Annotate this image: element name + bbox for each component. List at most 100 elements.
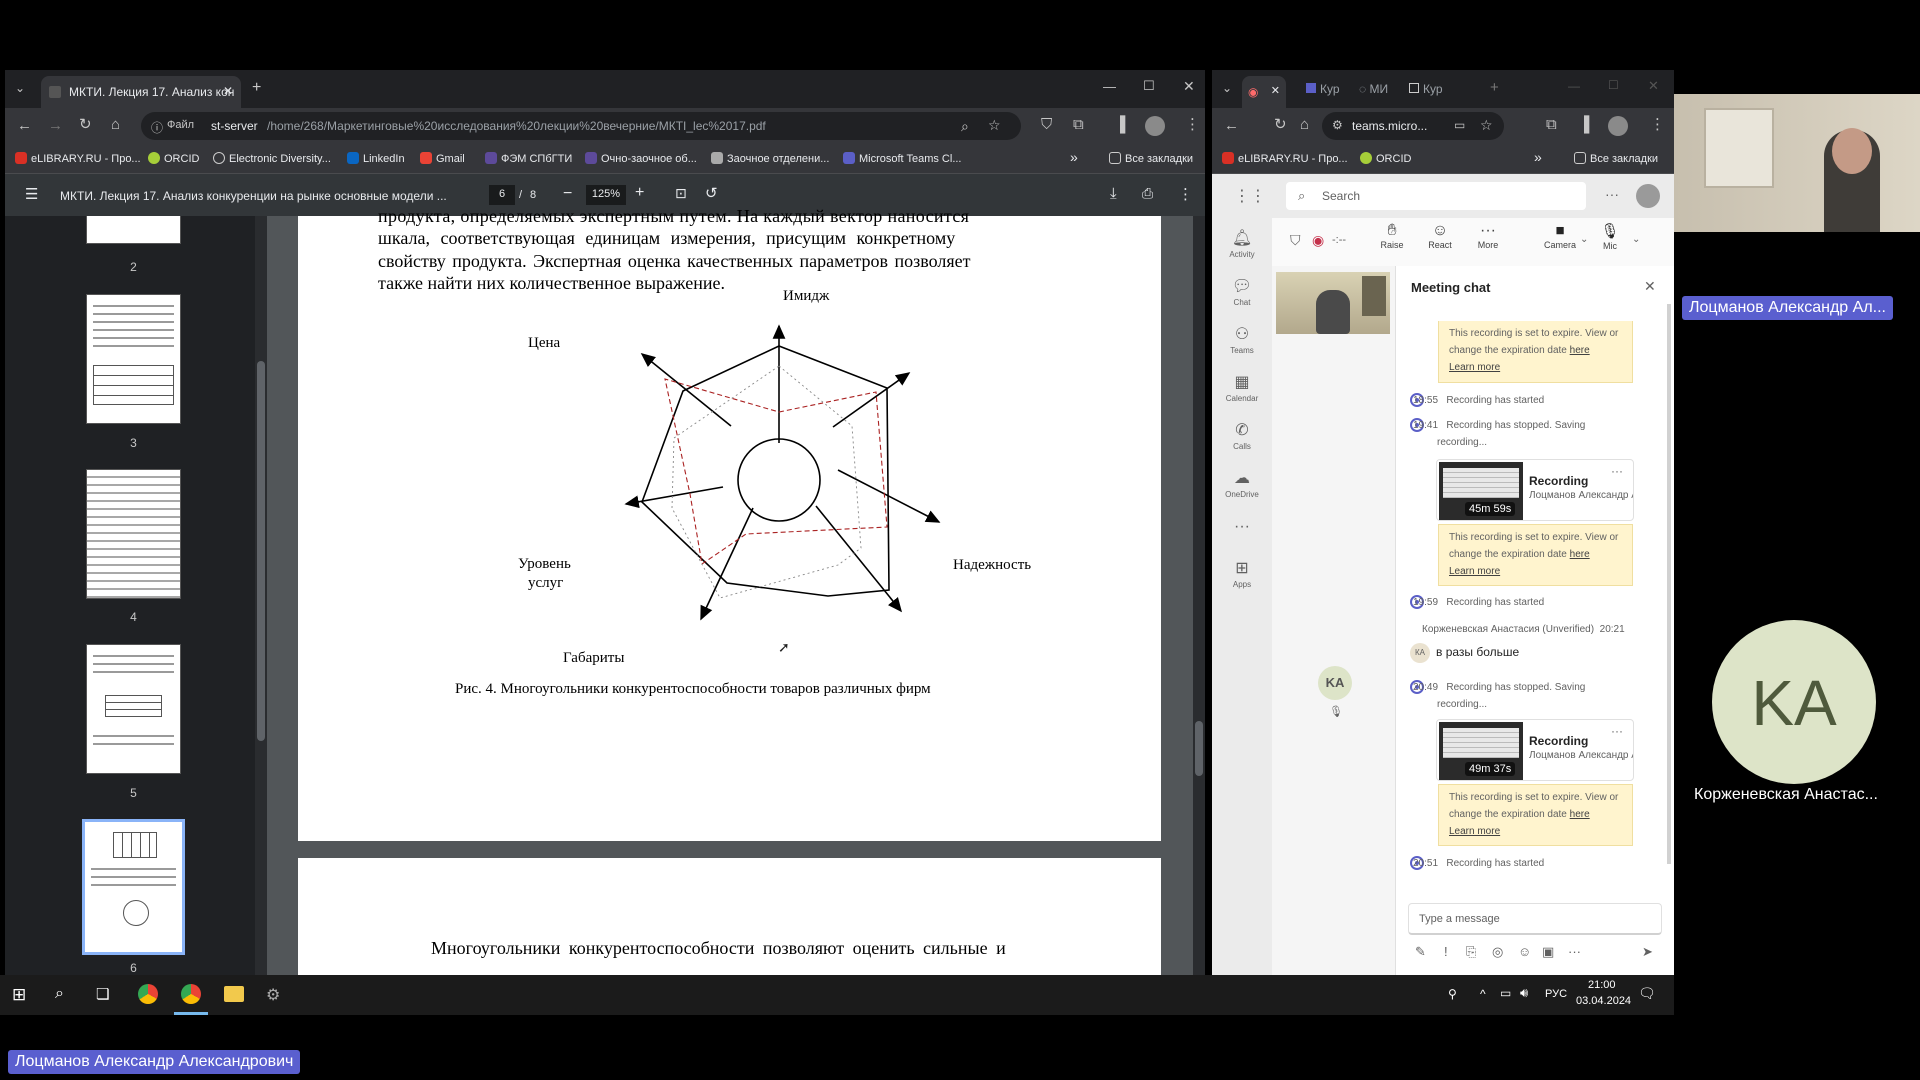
- rail-teams[interactable]: ⚇ Teams: [1212, 324, 1272, 355]
- input-language[interactable]: РУС: [1545, 988, 1567, 1000]
- thumbnail-page-5[interactable]: [86, 644, 181, 774]
- app-launcher-icon[interactable]: ⋮⋮: [1234, 186, 1266, 206]
- tab-teams-active[interactable]: ◉ ✕: [1242, 76, 1286, 108]
- bookmark-teams-classic[interactable]: Microsoft Teams Cl...: [843, 152, 962, 165]
- file-explorer-icon[interactable]: [224, 986, 244, 1002]
- fit-page-icon[interactable]: ⊡: [675, 185, 687, 202]
- zoom-input[interactable]: 125%: [586, 185, 626, 205]
- rotate-icon[interactable]: ↺: [705, 184, 718, 202]
- bookmarks-overflow[interactable]: »: [1070, 149, 1078, 165]
- tab-list-icon[interactable]: ⌄: [1222, 82, 1232, 94]
- site-settings-icon[interactable]: ⚙: [1332, 118, 1343, 132]
- thumbnail-page-4[interactable]: [86, 469, 181, 599]
- print-icon[interactable]: ⎙: [1142, 185, 1153, 202]
- task-view-icon[interactable]: ❏: [96, 985, 109, 1003]
- reload-icon[interactable]: ↻: [79, 117, 92, 132]
- raise-hand-button[interactable]: ✋︎ Raise: [1372, 222, 1412, 250]
- emoji-icon[interactable]: ☺: [1518, 944, 1531, 959]
- extensions-icon[interactable]: ⧉: [1546, 117, 1557, 132]
- header-more-icon[interactable]: ···: [1605, 186, 1619, 202]
- tab-mi[interactable]: ◌ МИ: [1359, 82, 1388, 104]
- new-tab-icon[interactable]: +: [252, 80, 261, 96]
- zoom-icon[interactable]: ⌕: [961, 118, 969, 135]
- document-scrollbar[interactable]: [1193, 216, 1205, 975]
- zoom-in-icon[interactable]: +: [635, 184, 644, 202]
- windows-start-icon[interactable]: ⊞: [12, 985, 26, 1005]
- bookmark-fem[interactable]: ФЭМ СПбГТИ: [485, 152, 572, 165]
- tab-list-icon[interactable]: ⌄: [15, 82, 25, 94]
- change-expiration-link[interactable]: here: [1570, 809, 1590, 820]
- loop-icon[interactable]: ◎: [1492, 944, 1503, 960]
- site-info-icon[interactable]: ⓘ: [151, 119, 163, 136]
- bookmark-orcid[interactable]: ORCID: [148, 152, 199, 165]
- tab-course-2[interactable]: Кур: [1409, 82, 1443, 104]
- minimize-icon[interactable]: —: [1568, 80, 1580, 92]
- rail-more[interactable]: ···: [1212, 518, 1272, 538]
- bookmark-electronic-diversity[interactable]: Electronic Diversity...: [213, 152, 331, 165]
- more-options-icon[interactable]: ···: [1568, 944, 1581, 959]
- clock-date[interactable]: 03.04.2024: [1576, 995, 1631, 1007]
- reload-icon[interactable]: ↻: [1274, 117, 1287, 132]
- mic-button[interactable]: 🎙︎ Mic: [1590, 222, 1630, 251]
- maximize-icon[interactable]: ☐: [1608, 79, 1619, 91]
- rail-activity[interactable]: 🔔︎ Activity: [1212, 228, 1272, 259]
- new-tab-icon[interactable]: +: [1490, 80, 1499, 95]
- minimize-icon[interactable]: —: [1103, 80, 1116, 93]
- bookmark-gmail[interactable]: Gmail: [420, 152, 465, 165]
- maximize-icon[interactable]: ☐: [1143, 79, 1155, 92]
- menu-kebab-icon[interactable]: ⋮: [1185, 117, 1200, 132]
- recording-card[interactable]: 49m 37s Recording Лоцманов Александр А..…: [1436, 719, 1634, 781]
- bookmarks-overflow[interactable]: »: [1534, 149, 1542, 165]
- chrome-icon[interactable]: [138, 984, 158, 1004]
- thumbnail-page-2[interactable]: [86, 216, 181, 244]
- learn-more-link[interactable]: Learn more: [1449, 566, 1500, 577]
- home-icon[interactable]: ⌂: [111, 117, 120, 132]
- side-panel-icon[interactable]: ▌: [1584, 117, 1595, 132]
- tab-close-icon[interactable]: ✕: [1271, 84, 1280, 97]
- menu-kebab-icon[interactable]: ⋮: [1650, 117, 1665, 132]
- side-panel-icon[interactable]: ▌: [1120, 117, 1131, 132]
- people-icon[interactable]: ⚲: [1448, 987, 1457, 1001]
- send-icon[interactable]: ➤: [1642, 944, 1653, 960]
- mic-options-chevron-icon[interactable]: ⌄: [1632, 234, 1640, 245]
- change-expiration-link[interactable]: here: [1570, 549, 1590, 560]
- bookmark-zaochnoe[interactable]: Заочное отделени...: [711, 152, 829, 165]
- taskbar-search-icon[interactable]: ⌕: [55, 985, 64, 1003]
- volume-icon[interactable]: 🔊︎: [1520, 985, 1528, 1001]
- tray-expand-icon[interactable]: ^: [1480, 987, 1486, 1001]
- home-icon[interactable]: ⌂: [1300, 117, 1309, 132]
- priority-icon[interactable]: !: [1444, 944, 1448, 959]
- rail-onedrive[interactable]: ☁ OneDrive: [1212, 468, 1272, 499]
- chat-scrollbar[interactable]: [1667, 304, 1671, 864]
- recording-card[interactable]: 45m 59s Recording Лоцманов Александр А..…: [1436, 459, 1634, 521]
- back-icon[interactable]: ←: [1224, 118, 1239, 133]
- close-chat-icon[interactable]: ✕: [1644, 278, 1656, 295]
- bookmark-star-icon[interactable]: ☆: [988, 117, 1001, 134]
- close-window-icon[interactable]: ✕: [1648, 79, 1659, 92]
- thumbnail-page-6[interactable]: [82, 819, 185, 955]
- zoom-out-icon[interactable]: −: [563, 185, 572, 203]
- tab-course-1[interactable]: Кур: [1306, 82, 1340, 104]
- bookmark-elibrary[interactable]: eLIBRARY.RU - Про...: [15, 152, 141, 165]
- app-icon[interactable]: ⚙: [266, 985, 280, 1005]
- rail-calendar[interactable]: ▦ Calendar: [1212, 372, 1272, 403]
- thumbnail-page-3[interactable]: [86, 294, 181, 424]
- recording-more-icon[interactable]: ···: [1611, 724, 1623, 738]
- rail-chat[interactable]: 💬︎ Chat: [1212, 276, 1272, 307]
- close-window-icon[interactable]: ✕: [1183, 79, 1195, 93]
- tab-close-icon[interactable]: ✕: [223, 84, 233, 98]
- profile-avatar[interactable]: [1608, 116, 1628, 136]
- sidebar-scroll-thumb[interactable]: [257, 361, 265, 741]
- omnibox[interactable]: ⓘ Файл st-server /home/268/Маркетинговые…: [141, 112, 1021, 140]
- pdf-more-icon[interactable]: ⋮: [1178, 185, 1193, 203]
- change-expiration-link[interactable]: here: [1570, 345, 1590, 356]
- page-number-input[interactable]: 6: [489, 185, 515, 205]
- teams-search-box[interactable]: ⌕ Search: [1286, 182, 1586, 210]
- gif-icon[interactable]: ▣: [1542, 944, 1554, 960]
- learn-more-link[interactable]: Learn more: [1449, 826, 1500, 837]
- all-bookmarks[interactable]: Все закладки: [1109, 152, 1193, 165]
- compose-box[interactable]: Type a message: [1408, 903, 1662, 935]
- shield-extension-icon[interactable]: ⛉: [1041, 117, 1052, 132]
- recording-more-icon[interactable]: ···: [1611, 464, 1623, 478]
- document-scroll-thumb[interactable]: [1195, 721, 1203, 776]
